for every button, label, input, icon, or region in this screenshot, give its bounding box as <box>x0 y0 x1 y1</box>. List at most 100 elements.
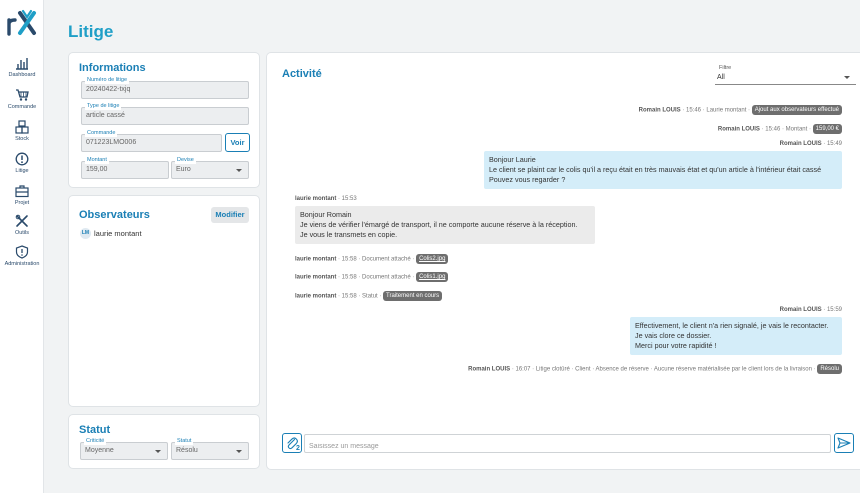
sidebar-item-label: Outils <box>14 230 30 236</box>
attachment-link[interactable]: Colis2.jpg <box>416 254 449 264</box>
statut-label: Statut <box>175 437 194 445</box>
sidebar-item-label: Litige <box>15 168 29 174</box>
sidebar-item-commande[interactable]: Commande <box>0 88 44 110</box>
sidebar-item-outils[interactable]: Outils <box>0 214 44 236</box>
message-bubble: Bonjour Laurie Le client se plaint car l… <box>484 151 842 189</box>
chevron-down-icon <box>155 450 161 453</box>
message-header: Romain LOUIS · 15:59 <box>780 307 842 313</box>
numero-litige-field[interactable]: Numéro de litige 20240422-txjq <box>81 76 249 99</box>
sidebar-item-projet[interactable]: Projet <box>0 184 44 206</box>
devise-select[interactable]: Devise Euro <box>171 156 249 179</box>
chevron-down-icon <box>236 169 242 172</box>
message-input[interactable] <box>305 438 830 455</box>
message-line: Je vais clore ce dossier. <box>635 331 712 340</box>
sidebar-item-label: Projet <box>14 200 30 206</box>
sidebar-item-dashboard[interactable]: Dashboard <box>0 56 44 78</box>
numero-litige-value: 20240422-txjq <box>86 86 131 93</box>
devise-value: Euro <box>176 166 191 173</box>
numero-litige-label: Numéro de litige <box>85 76 130 84</box>
statut-value: Résolu <box>176 447 198 454</box>
activity-author: Romain LOUIS <box>638 107 681 114</box>
montant-label: Montant <box>85 156 109 164</box>
commande-label: Commande <box>85 129 118 137</box>
message-header: laurie montant · 15:53 <box>295 196 357 202</box>
message-time: · 15:59 <box>821 307 842 313</box>
sidebar-item-administration[interactable]: Administration <box>0 245 44 267</box>
activity-text: · 15:58 · Statut · <box>336 293 384 300</box>
devise-label: Devise <box>175 156 196 164</box>
activity-event: laurie montant · 15:58 · Document attach… <box>295 254 449 264</box>
message-line: Pouvez vous regarder ? <box>489 175 566 184</box>
attachment-link[interactable]: Colis1.jpg <box>416 272 449 282</box>
status-badge: Résolu <box>817 364 842 374</box>
informations-title: Informations <box>79 62 146 74</box>
filtre-value: All <box>717 74 725 81</box>
type-litige-value: article cassé <box>86 112 125 119</box>
message-line: Le client se plaint car le colis qu'il a… <box>489 165 822 174</box>
tools-icon <box>15 214 28 227</box>
dashboard-icon <box>16 58 28 70</box>
activity-text: · 15:46 · Laurie montant · <box>680 107 752 114</box>
observateurs-title: Observateurs <box>79 209 150 221</box>
activity-author: laurie montant <box>295 256 337 263</box>
attach-button[interactable]: 2 <box>282 433 302 453</box>
send-button[interactable] <box>834 433 854 453</box>
briefcase-icon <box>15 185 29 198</box>
filtre-select[interactable]: Filtre All <box>715 65 856 85</box>
type-litige-field[interactable]: Type de litige article cassé <box>81 102 249 125</box>
message-line: Je viens de vérifier l'émargé de transpo… <box>300 220 578 229</box>
activity-event: Romain LOUIS · 15:46 · Laurie montant · … <box>639 105 842 115</box>
sidebar-item-label: Stock <box>15 136 29 142</box>
chevron-down-icon <box>236 450 242 453</box>
chevron-down-icon <box>844 76 850 79</box>
commande-value: 071223LMO006 <box>86 139 137 146</box>
montant-value: 159,00 <box>86 166 108 173</box>
activity-text: · 15:46 · Montant · <box>759 126 813 133</box>
observer-name: laurie montant <box>94 229 142 238</box>
voir-button[interactable]: Voir <box>225 133 250 152</box>
criticite-label: Criticité <box>84 437 107 445</box>
message-input-box <box>304 434 831 455</box>
activity-text: · 15:58 · Document attaché · <box>336 256 417 263</box>
message-line: Bonjour Laurie <box>489 155 536 164</box>
message-time: · 15:49 <box>821 141 842 147</box>
activity-event: Romain LOUIS · 16:07 · Litige clotûré · … <box>468 364 842 374</box>
statut-card: Statut Criticité Moyenne Statut Résolu <box>68 414 260 469</box>
informations-card: Informations Numéro de litige 20240422-t… <box>68 52 260 188</box>
activite-title: Activité <box>282 68 322 80</box>
message-bubble: Effectivement, le client n'a rien signal… <box>630 317 842 355</box>
activity-author: Romain LOUIS <box>717 126 760 133</box>
activity-event: Romain LOUIS · 15:46 · Montant · 159,00 … <box>718 124 842 134</box>
sidebar-item-label: Dashboard <box>8 72 36 78</box>
avatar: LM <box>80 228 91 239</box>
message-line: Effectivement, le client n'a rien signal… <box>635 321 829 330</box>
criticite-value: Moyenne <box>85 447 114 454</box>
sidebar-item-stock[interactable]: Stock <box>0 120 44 142</box>
type-litige-label: Type de litige <box>85 102 122 110</box>
status-badge: Ajout aux observateurs effectué <box>751 105 842 115</box>
rx-logo <box>7 9 36 36</box>
message-line: Bonjour Romain <box>300 210 352 219</box>
sidebar-item-litige[interactable]: Litige <box>0 152 44 174</box>
cart-icon <box>16 89 29 101</box>
sidebar-item-label: Administration <box>4 261 40 267</box>
filtre-label: Filtre <box>719 65 732 71</box>
message-author: Romain LOUIS <box>779 307 822 313</box>
send-icon <box>837 437 851 449</box>
message-author: Romain LOUIS <box>779 141 822 147</box>
shield-icon <box>15 245 29 259</box>
message-time: · 15:53 <box>336 196 357 202</box>
message-header: Romain LOUIS · 15:49 <box>780 141 842 147</box>
activity-author: laurie montant <box>295 274 337 281</box>
commande-field[interactable]: Commande 071223LMO006 <box>81 129 222 152</box>
activity-author: Romain LOUIS <box>468 366 511 373</box>
activity-event: laurie montant · 15:58 · Document attach… <box>295 272 449 282</box>
statut-select[interactable]: Statut Résolu <box>171 437 249 460</box>
montant-field[interactable]: Montant 159,00 <box>81 156 169 179</box>
criticite-select[interactable]: Criticité Moyenne <box>80 437 168 460</box>
attachment-count: 2 <box>296 445 300 452</box>
message-line: Merci pour votre rapidité ! <box>635 341 717 350</box>
stock-icon <box>15 120 29 134</box>
activite-panel: Activité Filtre All Romain LOUIS · 15:46… <box>266 52 860 470</box>
modifier-button[interactable]: Modifier <box>211 207 249 223</box>
